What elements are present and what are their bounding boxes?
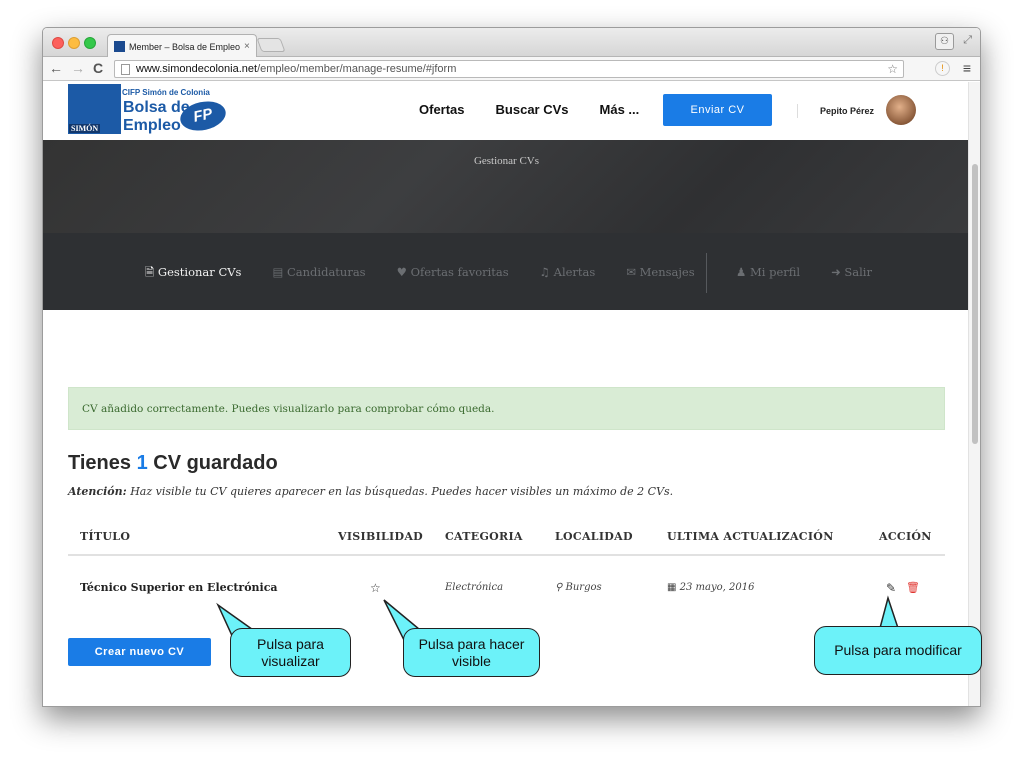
header-titulo[interactable]: TÍTULO bbox=[80, 518, 130, 556]
browser-tab[interactable]: Member – Bolsa de Empleo × bbox=[107, 34, 257, 58]
table-row: Técnico Superior en Electrónica ☆ Electr… bbox=[68, 556, 945, 620]
dash-nav-label: Mi perfil bbox=[749, 265, 801, 279]
nav-mas[interactable]: Más ... bbox=[600, 102, 640, 117]
logo-line1: Bolsa de bbox=[123, 99, 190, 116]
bookmark-star-icon[interactable]: ☆ bbox=[887, 62, 898, 76]
dash-nav-alertas[interactable]: ♫ Alertas bbox=[540, 265, 596, 284]
site-header: SIMÓN CIFP Simón de Colonia Bolsa de Emp… bbox=[43, 82, 970, 140]
page-title: Tienes 1 CV guardado bbox=[68, 452, 278, 475]
logo-org-name: CIFP Simón de Colonia bbox=[122, 88, 210, 97]
title-prefix: Tienes bbox=[68, 452, 137, 474]
tab-strip: Member – Bolsa de Empleo × ⚇ ⤢ bbox=[43, 28, 980, 58]
dashboard-nav: 🗎 Gestionar CVs ▤ Candidaturas ♥ Ofertas… bbox=[43, 233, 970, 310]
star-icon[interactable]: ☆ bbox=[370, 556, 381, 620]
header-ultima-actualizacion[interactable]: ULTIMA ACTUALIZACIÓN bbox=[667, 518, 834, 556]
nav-ofertas[interactable]: Ofertas bbox=[419, 102, 465, 117]
page-icon bbox=[121, 63, 130, 75]
tab-title: Member – Bolsa de Empleo bbox=[129, 41, 241, 52]
create-cv-button[interactable]: Crear nuevo CV bbox=[68, 638, 211, 666]
heart-icon: ♥ bbox=[396, 265, 411, 279]
hero-subtitle: Gestionar CVs bbox=[473, 155, 540, 167]
header-categoria[interactable]: CATEGORIA bbox=[445, 518, 523, 556]
send-cv-button[interactable]: Enviar CV bbox=[663, 94, 772, 126]
cv-title-link[interactable]: Técnico Superior en Electrónica bbox=[80, 556, 278, 620]
new-tab-button[interactable] bbox=[256, 38, 286, 52]
dash-nav-candidaturas[interactable]: ▤ Candidaturas bbox=[272, 265, 365, 284]
dash-nav-label: Mensajes bbox=[639, 265, 695, 279]
reload-icon[interactable]: C bbox=[93, 60, 103, 76]
card-icon: ▤ bbox=[272, 265, 287, 279]
dash-nav-label: Candidaturas bbox=[286, 265, 366, 279]
page-hero: Gestionar CVs bbox=[43, 140, 970, 233]
dash-nav-mensajes[interactable]: ✉ Mensajes bbox=[626, 265, 694, 284]
header-accion: ACCIÓN bbox=[879, 530, 932, 543]
site-logo[interactable]: SIMÓN CIFP Simón de Colonia Bolsa de Emp… bbox=[68, 84, 229, 136]
cv-location: ⚲ Burgos bbox=[555, 582, 602, 593]
window-maximize-button[interactable] bbox=[84, 37, 96, 49]
page-viewport: SIMÓN CIFP Simón de Colonia Bolsa de Emp… bbox=[43, 82, 970, 706]
back-icon[interactable]: ← bbox=[49, 60, 63, 76]
cv-count: 1 bbox=[136, 452, 148, 474]
user-icon: ♟ bbox=[736, 265, 750, 279]
logout-icon: ➜ bbox=[831, 265, 845, 279]
dash-nav-gestionar-cvs[interactable]: 🗎 Gestionar CVs bbox=[145, 265, 241, 284]
main-nav: Ofertas Buscar CVs Más ... bbox=[419, 102, 639, 117]
forward-icon[interactable]: → bbox=[71, 60, 85, 76]
url-host: www.simondecolonia.net bbox=[136, 63, 258, 75]
cv-updated: ▦ 23 mayo, 2016 bbox=[667, 582, 755, 593]
success-alert: CV añadido correctamente. Puedes visuali… bbox=[68, 387, 945, 430]
chat-icon: ✉ bbox=[626, 265, 640, 279]
favicon-icon bbox=[114, 41, 125, 52]
window-minimize-button[interactable] bbox=[68, 37, 80, 49]
trash-icon[interactable]: 🗑 bbox=[906, 556, 920, 620]
logo-emblem: SIMÓN bbox=[68, 84, 121, 134]
nav-buscar-cvs[interactable]: Buscar CVs bbox=[496, 102, 569, 117]
visibility-notice: Atención: Haz visible tu CV quieres apar… bbox=[68, 485, 673, 498]
document-icon: 🗎 bbox=[145, 265, 158, 279]
browser-window: Member – Bolsa de Empleo × ⚇ ⤢ ← → C www… bbox=[42, 27, 981, 707]
extension-icon[interactable]: ! bbox=[935, 61, 950, 76]
cv-table: TÍTULO VISIBILIDAD CATEGORIA LOCALIDAD U… bbox=[68, 518, 945, 620]
page-scrollbar[interactable] bbox=[968, 82, 980, 706]
callout-modify: Pulsa para modificar bbox=[814, 626, 982, 675]
header-divider bbox=[797, 104, 798, 118]
notice-label: Atención: bbox=[68, 485, 127, 498]
dash-nav-label: Gestionar CVs bbox=[157, 265, 242, 279]
notice-text: Haz visible tu CV quieres aparecer en la… bbox=[126, 485, 674, 498]
dash-nav-ofertas-favoritas[interactable]: ♥ Ofertas favoritas bbox=[397, 265, 509, 284]
title-suffix: CV guardado bbox=[147, 452, 278, 474]
dash-nav-divider bbox=[706, 253, 707, 293]
tab-close-icon[interactable]: × bbox=[244, 41, 250, 52]
table-header: TÍTULO VISIBILIDAD CATEGORIA LOCALIDAD U… bbox=[68, 518, 945, 556]
callout-visible: Pulsa para hacer visible bbox=[403, 628, 540, 677]
scrollbar-thumb[interactable] bbox=[972, 164, 978, 444]
header-visibilidad[interactable]: VISIBILIDAD bbox=[338, 518, 423, 556]
fullscreen-icon[interactable]: ⤢ bbox=[963, 34, 972, 47]
url-path: /empleo/member/manage-resume/#jform bbox=[257, 63, 457, 75]
address-bar[interactable]: www.simondecolonia.net/empleo/member/man… bbox=[114, 60, 904, 78]
profile-icon[interactable]: ⚇ bbox=[935, 33, 954, 50]
dash-nav-label: Salir bbox=[844, 265, 872, 279]
callout-view: Pulsa para visualizar bbox=[230, 628, 351, 677]
avatar[interactable] bbox=[886, 95, 916, 125]
dash-nav-label: Ofertas favoritas bbox=[410, 265, 509, 279]
window-close-button[interactable] bbox=[52, 37, 64, 49]
header-localidad[interactable]: LOCALIDAD bbox=[555, 518, 633, 556]
user-name[interactable]: Pepito Pérez bbox=[820, 106, 874, 116]
dash-nav-mi-perfil[interactable]: ♟ Mi perfil bbox=[736, 265, 800, 279]
logo-line2: Empleo bbox=[123, 117, 181, 134]
dash-nav-salir[interactable]: ➜ Salir bbox=[831, 265, 872, 279]
cv-category: Electrónica bbox=[445, 582, 504, 593]
edit-icon[interactable]: ✎ bbox=[886, 556, 896, 620]
logo-simon-text: SIMÓN bbox=[69, 124, 101, 133]
bell-icon: ♫ bbox=[539, 265, 554, 279]
browser-menu-icon[interactable]: ≡ bbox=[963, 60, 971, 76]
dash-nav-label: Alertas bbox=[553, 265, 596, 279]
browser-toolbar: ← → C www.simondecolonia.net/empleo/memb… bbox=[43, 57, 980, 81]
